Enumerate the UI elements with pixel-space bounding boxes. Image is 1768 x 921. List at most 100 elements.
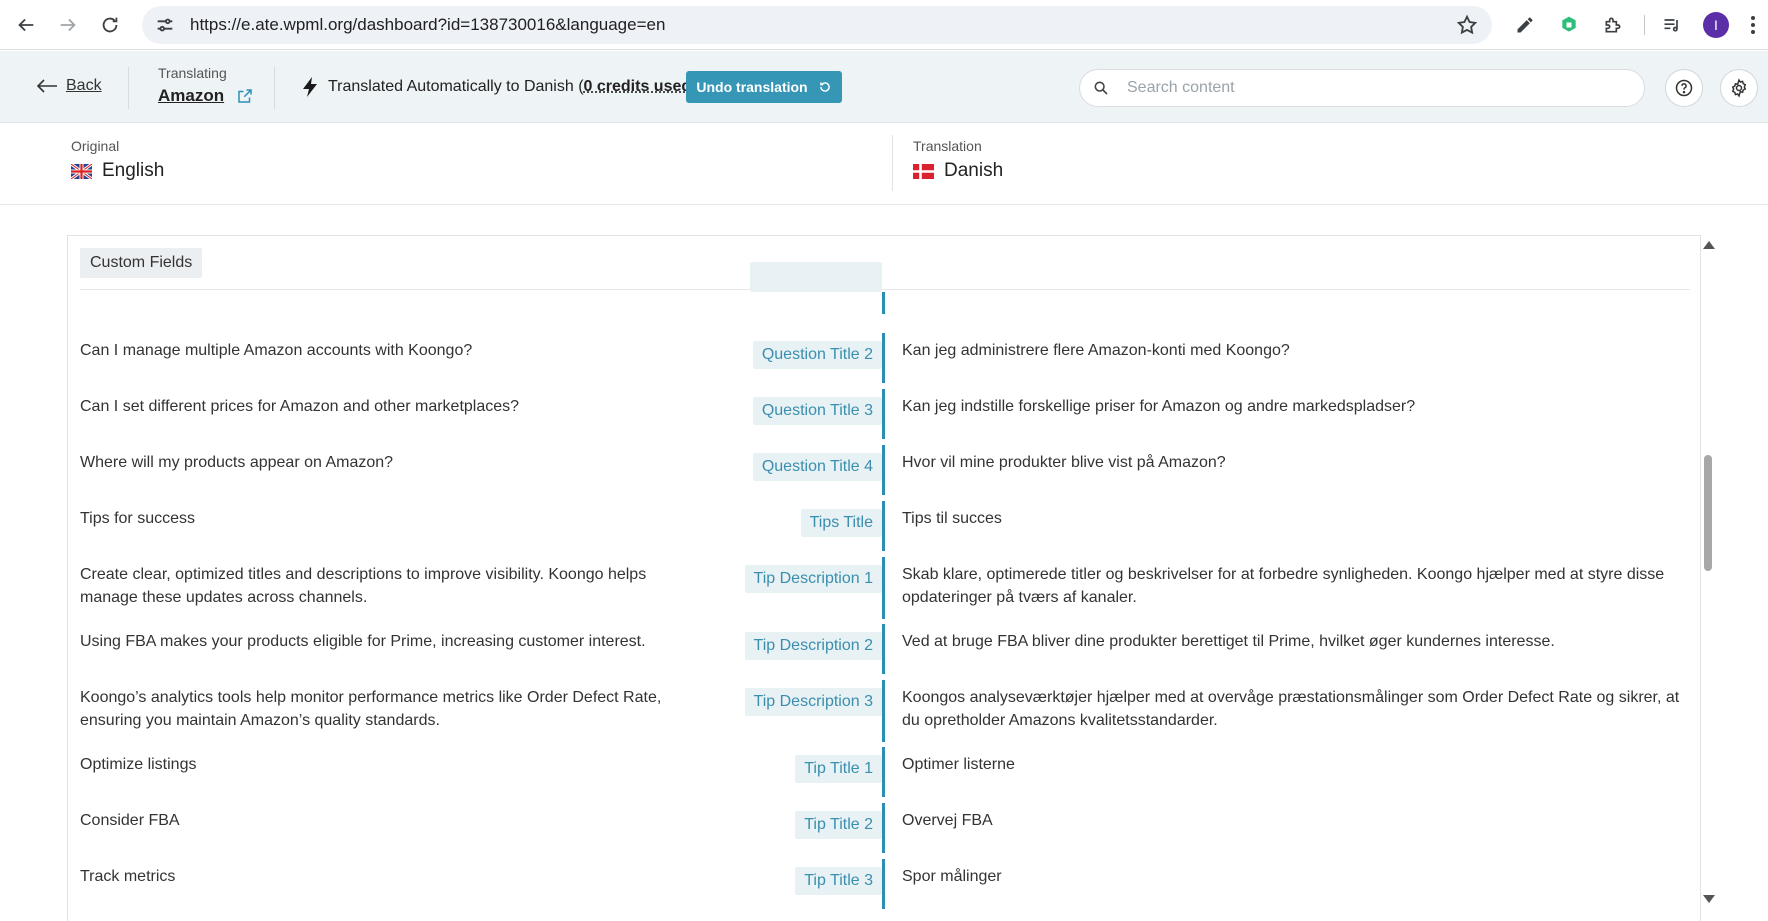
translation-bar (882, 445, 885, 495)
original-text: Create clear, optimized titles and descr… (80, 563, 700, 609)
translation-text[interactable]: Optimer listerne (902, 753, 1692, 776)
translation-language-name: Danish (944, 160, 1003, 182)
language-row: Original English Translation Danish (0, 123, 1768, 205)
editor-header: Back Translating Amazon Translated Autom… (0, 51, 1768, 123)
translation-text[interactable]: Hvor vil mine produkter blive vist på Am… (902, 451, 1692, 474)
translation-language: Translation Danish (913, 138, 1003, 182)
field-tag: Tip Title 1 (795, 755, 882, 783)
translation-bar (882, 557, 885, 619)
original-text: Tips for success (80, 507, 700, 530)
avatar[interactable]: I (1703, 12, 1729, 38)
translation-label: Translation (913, 138, 1003, 154)
original-text: Can I manage multiple Amazon accounts wi… (80, 339, 700, 362)
reload-icon[interactable] (90, 5, 130, 45)
translating-label: Translating (158, 65, 254, 81)
header-divider (274, 67, 275, 109)
toolbar-separator (1644, 15, 1645, 35)
help-button[interactable] (1665, 69, 1703, 107)
job-link[interactable]: Amazon (158, 86, 254, 106)
translation-bar (882, 859, 885, 909)
search-icon (1093, 80, 1109, 96)
original-text: Where will my products appear on Amazon? (80, 451, 700, 474)
language-divider (892, 135, 893, 191)
gear-icon[interactable] (1729, 78, 1749, 98)
field-tag: Tip Description 3 (745, 688, 882, 716)
translation-text[interactable]: Kan jeg indstille forskellige priser for… (902, 395, 1692, 418)
field-tag: Tip Title 2 (795, 811, 882, 839)
original-text: Using FBA makes your products eligible f… (80, 630, 700, 653)
uk-flag-icon (71, 164, 92, 179)
original-text: Can I set different prices for Amazon an… (80, 395, 700, 418)
scroll-thumb[interactable] (1704, 455, 1712, 571)
search-box[interactable] (1079, 69, 1645, 107)
undo-icon (818, 80, 832, 94)
back-label[interactable]: Back (66, 77, 102, 95)
status-prefix: Translated Automatically to Danish ( (328, 78, 584, 96)
field-tag: Tip Description 1 (745, 565, 882, 593)
translation-text[interactable]: Kan jeg administrere flere Amazon-konti … (902, 339, 1692, 362)
lightning-bolt-icon (302, 77, 318, 97)
scroll-down-arrow-icon[interactable] (1703, 895, 1715, 903)
translation-text[interactable]: Overvej FBA (902, 809, 1692, 832)
translation-text[interactable]: Spor målinger (902, 865, 1692, 888)
translation-bar (882, 333, 885, 383)
translation-bar (882, 680, 885, 742)
media-queue-icon[interactable] (1655, 8, 1689, 42)
translation-status: Translated Automatically to Danish (0 cr… (302, 77, 696, 97)
content-scrollbar[interactable] (1701, 235, 1715, 921)
danish-flag-icon (913, 164, 934, 179)
shield-extension-icon[interactable] (1552, 8, 1586, 42)
forward-arrow-icon[interactable] (48, 5, 88, 45)
original-text: Koongo’s analytics tools help monitor pe… (80, 686, 700, 732)
translation-bar (882, 501, 885, 551)
field-tag (750, 262, 882, 292)
help-icon[interactable] (1674, 78, 1694, 98)
original-text: Consider FBA (80, 809, 700, 832)
field-tag: Tips Title (801, 509, 882, 537)
back-arrow-icon (36, 79, 58, 93)
credits-used[interactable]: 0 credits used (584, 78, 692, 96)
settings-button[interactable] (1720, 69, 1758, 107)
profile-avatar[interactable]: I (1699, 8, 1733, 42)
bookmark-star-icon[interactable] (1456, 14, 1478, 36)
original-language-name: English (102, 160, 164, 182)
original-label: Original (71, 138, 164, 154)
back-arrow-icon[interactable] (6, 5, 46, 45)
puzzle-extensions-icon[interactable] (1596, 8, 1630, 42)
address-bar[interactable]: https://e.ate.wpml.org/dashboard?id=1387… (142, 6, 1492, 44)
translation-text[interactable]: Koongos analyseværktøjer hjælper med at … (902, 686, 1692, 732)
translation-text[interactable]: Skab klare, optimerede titler og beskriv… (902, 563, 1692, 609)
field-tag: Question Title 2 (753, 341, 882, 369)
field-tag: Question Title 3 (753, 397, 882, 425)
undo-label[interactable]: Undo translation (696, 79, 807, 95)
field-tag: Tip Title 3 (795, 867, 882, 895)
translation-bar (882, 389, 885, 439)
translating-info: Translating Amazon (158, 65, 254, 106)
browser-toolbar: https://e.ate.wpml.org/dashboard?id=1387… (0, 0, 1768, 50)
scroll-up-arrow-icon[interactable] (1703, 241, 1715, 249)
translation-bar (882, 624, 885, 674)
original-text: Track metrics (80, 865, 700, 888)
more-menu-icon[interactable] (1743, 8, 1763, 42)
translation-text[interactable]: Tips til succes (902, 507, 1692, 530)
custom-fields-panel: Custom Fields Can I manage multiple Amaz… (67, 235, 1701, 921)
translation-text[interactable]: Ved at bruge FBA bliver dine produkter b… (902, 630, 1692, 653)
back-link[interactable]: Back (36, 77, 102, 95)
translation-bar (882, 803, 885, 853)
original-text: Optimize listings (80, 753, 700, 776)
external-link-icon[interactable] (236, 87, 254, 105)
field-tag: Question Title 4 (753, 453, 882, 481)
pencil-extension-icon[interactable] (1508, 8, 1542, 42)
translation-bar (882, 747, 885, 797)
url-text[interactable]: https://e.ate.wpml.org/dashboard?id=1387… (190, 15, 665, 35)
header-divider (128, 67, 129, 109)
section-title: Custom Fields (80, 248, 202, 278)
field-tag: Tip Description 2 (745, 632, 882, 660)
site-settings-icon[interactable] (154, 14, 176, 36)
job-name[interactable]: Amazon (158, 86, 224, 106)
search-input[interactable] (1127, 79, 1627, 97)
section-divider (80, 289, 1690, 290)
original-language: Original English (71, 138, 164, 182)
translation-bar (882, 292, 885, 314)
undo-translation-button[interactable]: Undo translation (686, 71, 842, 103)
